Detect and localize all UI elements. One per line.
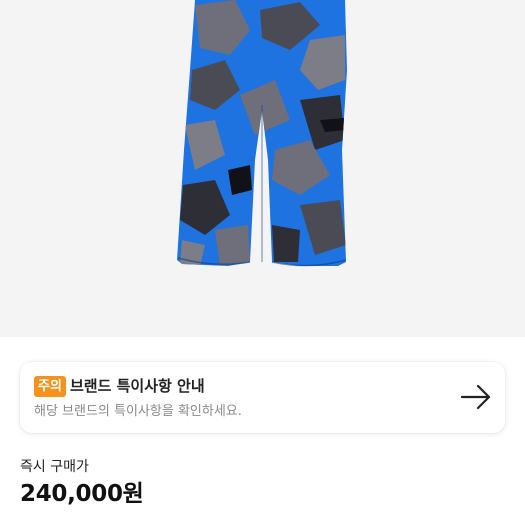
product-image-camo-pants [177,0,347,267]
notice-description: 해당 브랜드의 특이사항을 확인하세요. [34,404,242,419]
brand-notice-card[interactable]: 주의 브랜드 특이사항 안내 해당 브랜드의 특이사항을 확인하세요. [20,362,505,433]
notice-title: 브랜드 특이사항 안내 [70,377,205,395]
product-image-area[interactable] [0,0,525,337]
price-label: 즉시 구매가 [20,459,89,475]
warning-badge: 주의 [34,376,66,397]
arrow-right-icon[interactable] [460,384,492,410]
price-value: 240,000원 [20,481,144,507]
